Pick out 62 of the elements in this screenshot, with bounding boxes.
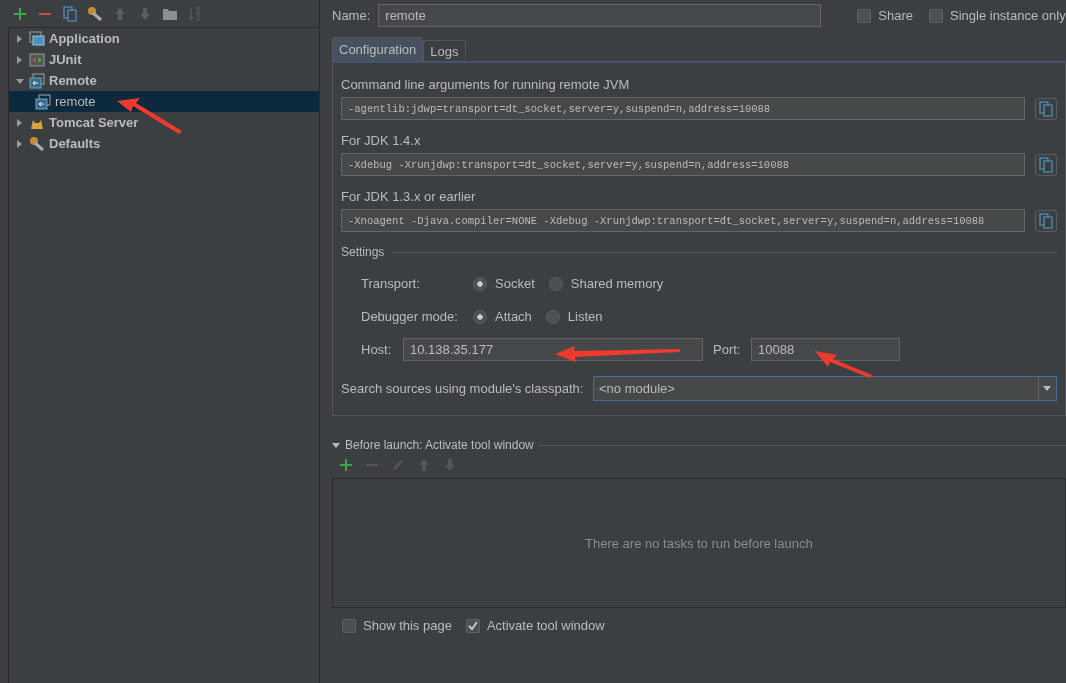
field-label: Host: xyxy=(361,342,393,357)
field-label: For JDK 1.3.x or earlier xyxy=(341,189,476,204)
argument-field[interactable]: -Xnoagent -Djava.compiler=NONE -Xdebug -Xrunjdwp:transport=dt_socket,server=y,suspend=n,address=10088 xyxy=(341,209,1025,232)
add-icon[interactable] xyxy=(338,457,354,473)
wrench-icon xyxy=(29,135,45,152)
checkbox[interactable] xyxy=(857,8,872,23)
field-label: Debugger mode: xyxy=(361,309,459,324)
down-arrow-icon[interactable] xyxy=(442,457,458,473)
copy-button[interactable] xyxy=(1034,153,1057,176)
checkbox-label: Activate tool window xyxy=(486,618,605,633)
add-icon[interactable] xyxy=(12,5,28,22)
tab[interactable]: Configuration xyxy=(332,37,424,61)
argument-field[interactable]: -Xdebug -Xrunjdwp:transport=dt_socket,server=y,suspend=n,address=10088 xyxy=(341,153,1025,176)
radio-label: Shared memory xyxy=(570,276,664,291)
radio-button[interactable] xyxy=(473,276,487,291)
expanded-icon[interactable] xyxy=(332,441,340,449)
field-label: Port: xyxy=(712,342,742,357)
checkbox[interactable] xyxy=(465,618,480,633)
sort-icon[interactable] xyxy=(187,5,203,22)
checkbox-label: Single instance only xyxy=(950,8,1066,23)
host-field[interactable]: 10.138.35.177 xyxy=(403,338,703,361)
checkbox-label: Share xyxy=(878,8,913,23)
copy-button[interactable] xyxy=(1034,209,1057,232)
radio-label: Socket xyxy=(495,276,535,291)
tree-item[interactable]: remote xyxy=(9,91,319,112)
name-field[interactable]: remote xyxy=(378,4,822,27)
copy-button[interactable] xyxy=(1034,97,1057,120)
checkbox[interactable] xyxy=(929,8,943,23)
copy-icon[interactable] xyxy=(62,5,78,22)
down-arrow-icon[interactable] xyxy=(137,5,153,22)
checkbox-label: Show this page xyxy=(363,618,452,633)
junit-icon xyxy=(29,51,45,68)
field-label: Name: xyxy=(332,8,371,23)
tab[interactable]: Logs xyxy=(423,40,466,61)
empty-message: There are no tasks to run before launch xyxy=(585,535,813,551)
radio-button[interactable] xyxy=(473,309,487,324)
checkbox[interactable] xyxy=(342,618,356,633)
tree-item[interactable]: JUnit xyxy=(9,49,319,70)
section-title: Settings xyxy=(341,245,385,259)
radio-button[interactable] xyxy=(545,309,560,324)
argument-field[interactable]: -agentlib:jdwp=transport=dt_socket,server=y,suspend=n,address=10088 xyxy=(341,97,1025,120)
tree-item[interactable]: Tomcat Server xyxy=(9,112,319,133)
port-field[interactable]: 10088 xyxy=(751,338,900,361)
field-label: Transport: xyxy=(361,276,421,291)
window-icon xyxy=(29,30,45,47)
tree-item[interactable]: Application xyxy=(9,28,319,49)
radio-label: Listen xyxy=(567,309,603,324)
up-arrow-icon[interactable] xyxy=(416,457,432,473)
wrench-icon[interactable] xyxy=(87,5,103,22)
field-label: Command line arguments for running remote JVM xyxy=(341,77,630,92)
field-label: For JDK 1.4.x xyxy=(341,133,421,148)
tree-item[interactable]: Remote xyxy=(9,70,319,91)
radio-label: Attach xyxy=(495,309,532,324)
annotation-arrow xyxy=(815,351,872,378)
section-title[interactable]: Before launch: Activate tool window xyxy=(345,438,534,452)
remote-icon xyxy=(35,93,51,110)
pencil-icon[interactable] xyxy=(390,457,406,473)
field-label: Search sources using module's classpath: xyxy=(341,381,585,396)
remote-icon xyxy=(29,72,45,89)
tree-item[interactable]: Defaults xyxy=(9,133,319,154)
module-dropdown[interactable]: <no module> xyxy=(593,376,1057,401)
radio-button[interactable] xyxy=(548,276,563,291)
